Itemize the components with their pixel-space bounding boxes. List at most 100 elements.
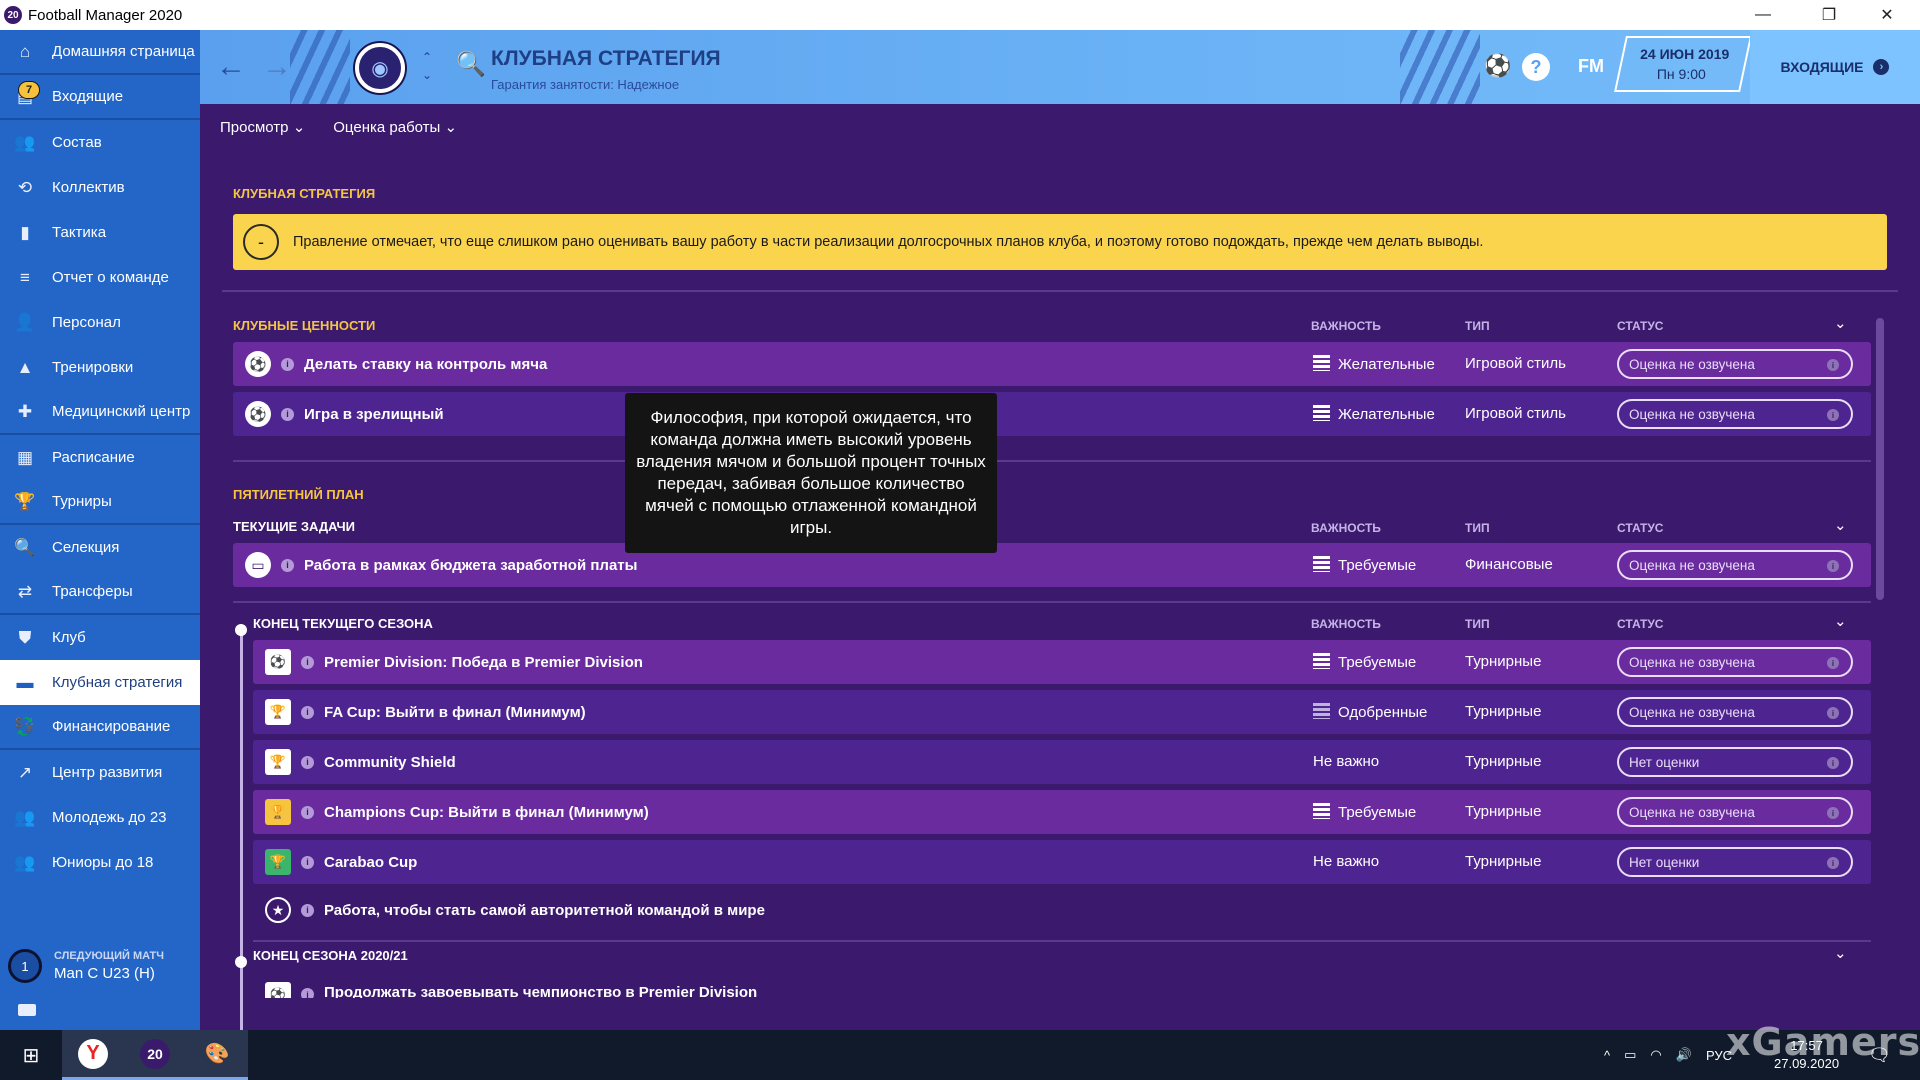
status-badge[interactable]: Оценка не озвучена i: [1617, 797, 1853, 827]
next-match-badge: 1: [8, 949, 42, 983]
wifi-icon[interactable]: ◠: [1650, 1047, 1661, 1063]
status-badge[interactable]: Оценка не озвучена i: [1617, 647, 1853, 677]
next-match[interactable]: 1 СЛЕДУЮЩИЙ МАТЧ Man C U23 (H): [0, 936, 200, 996]
chevron-up-icon[interactable]: ^: [1604, 1048, 1610, 1063]
sidebar-item-club[interactable]: ⛊ Клуб: [0, 615, 200, 660]
collapse-chevron-icon[interactable]: ⌄: [1834, 516, 1847, 534]
table-row[interactable]: ⚽ i Premier Division: Победа в Premier Di…: [253, 640, 1871, 684]
battery-icon[interactable]: ▭: [1624, 1047, 1636, 1063]
row-importance-text: Требуемые: [1338, 804, 1417, 821]
info-icon[interactable]: i: [301, 805, 314, 819]
row-title: FA Cup: Выйти в финал (Минимум): [324, 703, 586, 721]
fm-taskbar-icon[interactable]: 20: [124, 1030, 186, 1080]
back-arrow-icon[interactable]: ←: [216, 50, 246, 84]
tray-icons[interactable]: ^ ▭ ◠ 🔊 РУС: [1604, 1030, 1732, 1080]
info-icon[interactable]: i: [301, 705, 314, 719]
sidebar-item-inbox[interactable]: ▤7Входящие: [0, 75, 200, 120]
table-row[interactable]: ⚽ i Продолжать завоевывать чемпионство в …: [253, 976, 1871, 998]
club-switch-arrows-icon[interactable]: ⌃ ⌄: [422, 48, 432, 84]
status-badge[interactable]: Оценка не озвучена i: [1617, 697, 1853, 727]
report-icon: ≡: [20, 267, 30, 287]
sidebar-item-calendar[interactable]: ▦ Расписание: [0, 435, 200, 480]
status-badge[interactable]: Нет оценки i: [1617, 747, 1853, 777]
table-row[interactable]: ▭ i Работа в рамках бюджета заработной пл…: [233, 543, 1871, 587]
table-row[interactable]: ⚽ i Игра в зрелищный Желательные Игровой …: [233, 392, 1871, 436]
sidebar-item-competitions[interactable]: 🏆 Турниры: [0, 480, 200, 525]
tab-view[interactable]: Просмотр ⌄: [220, 110, 305, 144]
club-logo[interactable]: ◉: [355, 43, 405, 93]
status-badge[interactable]: Оценка не озвучена i: [1617, 550, 1853, 580]
social-feed-icon[interactable]: ⚽: [1484, 52, 1512, 80]
sidebar-item-label: Клуб: [52, 629, 86, 646]
forward-arrow-icon[interactable]: →: [262, 50, 292, 84]
search-icon[interactable]: 🔍: [456, 50, 486, 79]
sidebar-item-transfers[interactable]: ⇄ Трансферы: [0, 570, 200, 615]
table-row[interactable]: ⚽ i Делать ставку на контроль мяча Желате…: [233, 342, 1871, 386]
sidebar-item-training[interactable]: ▲ Тренировки: [0, 345, 200, 390]
importance-icon: [1313, 703, 1330, 719]
collapse-chevron-icon[interactable]: ⌄: [1834, 944, 1847, 962]
sidebar-item-medical[interactable]: ✚ Медицинский центр: [0, 390, 200, 435]
status-badge[interactable]: Оценка не озвучена i: [1617, 399, 1853, 429]
volume-icon[interactable]: 🔊: [1676, 1047, 1692, 1063]
sidebar-item-home[interactable]: ⌂ Домашняя страница: [0, 30, 200, 75]
info-icon[interactable]: i: [281, 407, 294, 421]
sidebar-item-staff[interactable]: 👤 Персонал: [0, 300, 200, 345]
info-icon[interactable]: i: [281, 357, 294, 371]
sidebar-item-club-vision[interactable]: ▬ Клубная стратегия: [0, 660, 200, 705]
row-importance: Не важно: [1313, 853, 1380, 870]
continue-inbox-button[interactable]: ВХОДЯЩИЕ ›: [1750, 30, 1920, 104]
scrollbar[interactable]: [1876, 318, 1884, 600]
sidebar-item-squad[interactable]: 👥 Состав: [0, 120, 200, 165]
info-icon[interactable]: i: [301, 855, 314, 869]
collapse-chevron-icon[interactable]: ⌄: [1834, 314, 1847, 332]
help-icon[interactable]: ?: [1522, 53, 1550, 81]
table-row[interactable]: 🏆 i Champions Cup: Выйти в финал (Минимум…: [253, 790, 1871, 834]
sidebar-item-tactics[interactable]: ▮ Тактика: [0, 210, 200, 255]
sidebar-item-development[interactable]: ↗ Центр развития: [0, 750, 200, 795]
sidebar-item-finances[interactable]: 💱 Финансирование: [0, 705, 200, 750]
info-icon[interactable]: i: [281, 558, 294, 572]
table-row[interactable]: ★ i Работа, чтобы стать самой авторитетно…: [253, 888, 1871, 932]
sidebar-item-u23[interactable]: 👥 Молодежь до 23: [0, 795, 200, 840]
sidebar-item-u18[interactable]: 👥 Юниоры до 18: [0, 840, 200, 885]
status-badge[interactable]: Оценка не озвучена i: [1617, 349, 1853, 379]
current-time: Пн 9:00: [1656, 66, 1706, 82]
strategy-heading: КЛУБНАЯ СТРАТЕГИЯ: [233, 186, 376, 201]
info-icon: i: [1827, 757, 1839, 769]
table-row[interactable]: 🏆 i Community Shield Не важно Турнирные Н…: [253, 740, 1871, 784]
finances-icon: 💱: [14, 716, 36, 736]
paint-icon[interactable]: 🎨: [186, 1030, 248, 1080]
sidebar-item-label: Трансферы: [52, 583, 133, 600]
content-panel: КЛУБНАЯ СТРАТЕГИЯ - Правление отмечает, …: [200, 150, 1920, 1030]
table-row[interactable]: 🏆 i Carabao Cup Не важно Турнирные Нет оц…: [253, 840, 1871, 884]
info-icon[interactable]: i: [301, 655, 314, 669]
row-importance: Требуемые: [1313, 556, 1416, 574]
info-icon[interactable]: i: [301, 755, 314, 769]
yandex-browser-icon[interactable]: Y: [62, 1030, 124, 1080]
maximize-button[interactable]: ❐: [1806, 0, 1852, 30]
date-display[interactable]: 24 ИЮН 2019 Пн 9:00: [1614, 36, 1752, 92]
windows-start-icon[interactable]: ⊞: [0, 1030, 62, 1080]
champions-cup-logo-icon: 🏆: [265, 799, 291, 825]
sidebar-item-label: Персонал: [52, 314, 121, 331]
sidebar-item-dynamics[interactable]: ⟲ Коллектив: [0, 165, 200, 210]
info-icon: i: [1827, 707, 1839, 719]
table-row[interactable]: 🏆 i FA Cup: Выйти в финал (Минимум) Одобр…: [253, 690, 1871, 734]
col-importance: ВАЖНОСТЬ: [1311, 319, 1381, 333]
info-icon[interactable]: i: [301, 988, 314, 998]
info-icon[interactable]: i: [301, 903, 314, 917]
training-icon: ▲: [16, 357, 34, 377]
inbox-badge: 7: [18, 81, 40, 99]
close-button[interactable]: ✕: [1864, 0, 1910, 30]
col-importance: ВАЖНОСТЬ: [1311, 521, 1381, 535]
sidebar-item-report[interactable]: ≡ Отчет о команде: [0, 255, 200, 300]
collapse-chevron-icon[interactable]: ⌄: [1834, 612, 1847, 630]
sidebar-item-scouting[interactable]: 🔍 Селекция: [0, 525, 200, 570]
sidebar-footer-icon[interactable]: [18, 1004, 36, 1016]
status-badge[interactable]: Нет оценки i: [1617, 847, 1853, 877]
transfers-icon: ⇄: [17, 581, 33, 601]
minimize-button[interactable]: —: [1740, 0, 1786, 30]
fm-menu-icon[interactable]: FM: [1574, 52, 1608, 80]
tab-evaluation[interactable]: Оценка работы ⌄: [323, 110, 469, 153]
